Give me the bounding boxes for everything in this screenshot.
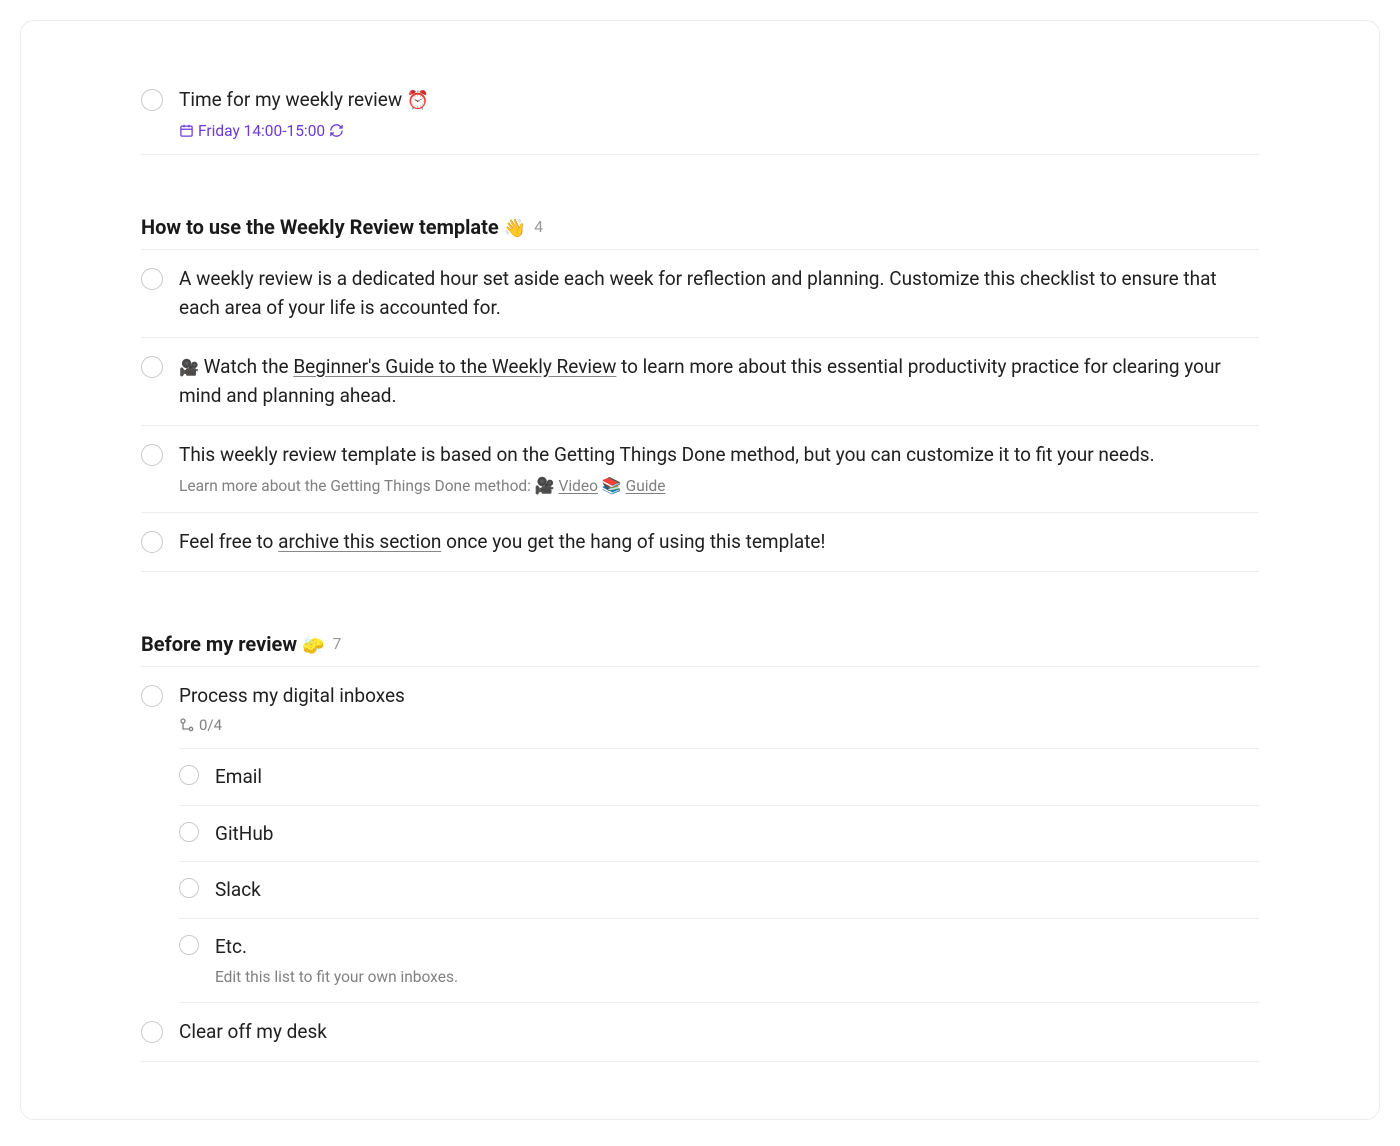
task-checkbox[interactable] (179, 878, 199, 898)
task-checkbox[interactable] (141, 685, 163, 707)
template-card: Time for my weekly review ⏰ Friday 14:00… (20, 20, 1380, 1120)
task-checkbox[interactable] (141, 1021, 163, 1043)
subtask-tree-icon (179, 717, 195, 733)
task-checkbox[interactable] (141, 268, 163, 290)
recurring-icon (329, 123, 344, 138)
wave-icon: 👋 (504, 218, 526, 239)
video-camera-icon: 🎥 (179, 358, 199, 377)
task-row[interactable]: Clear off my desk (141, 1003, 1259, 1061)
task-description: Learn more about the Getting Things Done… (179, 474, 1259, 498)
section-count: 7 (332, 634, 341, 653)
task-checkbox[interactable] (179, 822, 199, 842)
task-title: Etc. (215, 932, 1259, 961)
task-title: Email (215, 762, 1259, 791)
task-checkbox[interactable] (179, 935, 199, 955)
task-row[interactable]: GitHub (179, 806, 1259, 862)
task-checkbox[interactable] (141, 89, 163, 111)
task-description: Edit this list to fit your own inboxes. (215, 966, 1259, 989)
task-row[interactable]: Process my digital inboxes 0/4 (141, 667, 1259, 748)
alarm-clock-icon: ⏰ (407, 90, 429, 111)
task-title: Slack (215, 875, 1259, 904)
task-row[interactable]: Feel free to archive this section once y… (141, 513, 1259, 571)
task-title: 🎥 Watch the Beginner's Guide to the Week… (179, 352, 1259, 411)
task-row[interactable]: This weekly review template is based on … (141, 426, 1259, 514)
section-header[interactable]: Before my review 🧽 7 (141, 572, 1259, 667)
video-camera-icon: 🎥 (535, 476, 555, 495)
task-title: Time for my weekly review ⏰ (179, 85, 1259, 115)
task-title: Clear off my desk (179, 1017, 1259, 1046)
subtask-progress[interactable]: 0/4 (179, 716, 1259, 734)
archive-section-link[interactable]: archive this section (278, 530, 441, 553)
subtask-progress-text: 0/4 (199, 716, 222, 734)
sponge-icon: 🧽 (302, 635, 324, 656)
task-body: Time for my weekly review ⏰ Friday 14:00… (179, 85, 1259, 140)
task-title-text: Time for my weekly review (179, 88, 402, 111)
calendar-icon (179, 123, 194, 138)
task-row[interactable]: 🎥 Watch the Beginner's Guide to the Week… (141, 338, 1259, 426)
task-title: GitHub (215, 819, 1259, 848)
guide-link[interactable]: Guide (626, 477, 666, 495)
task-checkbox[interactable] (141, 444, 163, 466)
section-title: Before my review 🧽 (141, 632, 324, 656)
section-count: 4 (534, 217, 543, 236)
task-checkbox[interactable] (141, 531, 163, 553)
task-row[interactable]: Email (179, 748, 1259, 805)
task-row[interactable]: A weekly review is a dedicated hour set … (141, 250, 1259, 338)
schedule-text: Friday 14:00-15:00 (198, 122, 325, 140)
task-schedule[interactable]: Friday 14:00-15:00 (179, 122, 1259, 140)
subtask-list: Email GitHub Slack Etc. Edit this list t… (179, 748, 1259, 1003)
task-title: Process my digital inboxes (179, 681, 1259, 710)
task-title: A weekly review is a dedicated hour set … (179, 264, 1259, 323)
task-row[interactable]: Time for my weekly review ⏰ Friday 14:00… (141, 71, 1259, 155)
task-checkbox[interactable] (179, 765, 199, 785)
section-title: How to use the Weekly Review template 👋 (141, 215, 526, 239)
task-row[interactable]: Slack (179, 862, 1259, 918)
video-link[interactable]: Video (559, 477, 598, 495)
task-checkbox[interactable] (141, 356, 163, 378)
task-title: Feel free to archive this section once y… (179, 527, 1259, 556)
task-row[interactable]: Etc. Edit this list to fit your own inbo… (179, 919, 1259, 1004)
section-header[interactable]: How to use the Weekly Review template 👋 … (141, 155, 1259, 250)
books-icon: 📚 (602, 476, 622, 495)
beginners-guide-link[interactable]: Beginner's Guide to the Weekly Review (293, 355, 616, 378)
task-title: This weekly review template is based on … (179, 440, 1259, 469)
